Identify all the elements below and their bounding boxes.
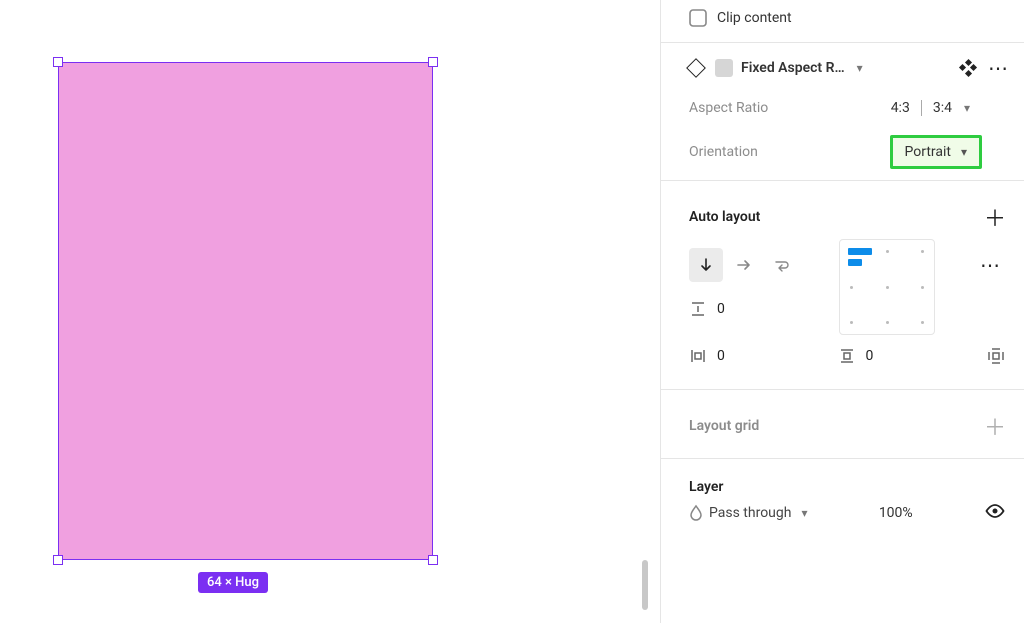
alignment-widget[interactable]	[839, 239, 935, 335]
direction-wrap-button[interactable]	[765, 248, 799, 282]
clip-content-label: Clip content	[717, 10, 792, 26]
more-options-icon[interactable]: ⋯	[984, 58, 1014, 78]
alignment-indicator-bar	[848, 259, 862, 266]
checkbox-unchecked-icon[interactable]	[689, 9, 707, 27]
horizontal-padding-control[interactable]: 0	[689, 347, 725, 365]
resize-handle-top-right[interactable]	[428, 57, 438, 67]
direction-horizontal-button[interactable]	[727, 248, 761, 282]
layer-blend-row: Pass through ▾ 100%	[661, 499, 1024, 523]
chevron-down-icon[interactable]: ▾	[964, 101, 970, 115]
add-auto-layout-icon[interactable]: ＋	[984, 201, 1006, 233]
arrow-down-icon	[698, 257, 714, 273]
vertical-padding-value: 0	[866, 348, 874, 364]
layout-grid-header[interactable]: Layout grid ＋	[661, 396, 1024, 452]
visibility-toggle[interactable]	[984, 503, 1006, 523]
individual-padding-button[interactable]	[986, 346, 1006, 366]
layer-title: Layer	[689, 479, 723, 495]
auto-layout-more[interactable]: ⋯	[976, 255, 1006, 276]
variant-badge-icon	[715, 59, 733, 77]
selection-size-badge: 64 × Hug	[198, 572, 268, 593]
blend-mode-control[interactable]: Pass through ▾	[689, 504, 808, 522]
inspector-panel: Clip content Fixed Aspect R… ▾ ⋯ Aspect …	[660, 0, 1024, 623]
component-icon	[686, 58, 706, 78]
droplet-icon	[689, 504, 703, 522]
chevron-down-icon: ▾	[961, 145, 967, 159]
orientation-select[interactable]: Portrait ▾	[890, 135, 983, 169]
orientation-row: Orientation Portrait ▾	[661, 130, 1024, 174]
horizontal-padding-value: 0	[717, 348, 725, 364]
resize-handle-bottom-right[interactable]	[428, 555, 438, 565]
auto-layout-title: Auto layout	[689, 209, 760, 225]
vertical-padding-icon	[838, 347, 856, 365]
item-spacing-control[interactable]: 0	[689, 300, 839, 318]
vertical-gap-icon	[689, 300, 707, 318]
auto-layout-header: Auto layout ＋	[661, 187, 1024, 243]
resize-handle-top-left[interactable]	[53, 57, 63, 67]
arrow-right-icon	[736, 257, 752, 273]
wrap-icon	[773, 257, 791, 273]
selected-frame[interactable]	[58, 62, 433, 560]
component-actions-icon[interactable]	[960, 60, 976, 76]
layer-header: Layer	[661, 465, 1024, 499]
individual-padding-icon	[986, 346, 1006, 366]
ratio-divider	[921, 100, 922, 116]
clip-content-row[interactable]: Clip content	[661, 0, 1024, 36]
horizontal-padding-icon	[689, 347, 707, 365]
eye-icon	[984, 503, 1006, 519]
aspect-ratio-label: Aspect Ratio	[689, 100, 768, 116]
canvas-scrollbar[interactable]	[642, 560, 648, 610]
component-name: Fixed Aspect R…	[741, 60, 845, 76]
component-header[interactable]: Fixed Aspect R… ▾ ⋯	[661, 42, 1024, 86]
chevron-down-icon: ▾	[801, 506, 807, 520]
vertical-padding-control[interactable]: 0	[838, 347, 874, 365]
item-spacing-value: 0	[717, 301, 725, 317]
direction-vertical-button[interactable]	[689, 248, 723, 282]
alignment-indicator-bar	[848, 248, 872, 255]
chevron-down-icon[interactable]: ▾	[857, 61, 863, 75]
add-layout-grid-icon[interactable]: ＋	[984, 410, 1006, 442]
aspect-ratio-value[interactable]: 4:3 3:4 ▾	[891, 100, 1006, 116]
design-canvas[interactable]: 64 × Hug	[0, 0, 650, 623]
resize-handle-bottom-left[interactable]	[53, 555, 63, 565]
opacity-value[interactable]: 100%	[879, 505, 913, 521]
orientation-value: Portrait	[905, 144, 951, 160]
orientation-label: Orientation	[689, 144, 758, 160]
layout-grid-title: Layout grid	[689, 418, 759, 434]
blend-mode-value: Pass through	[709, 505, 791, 521]
more-options-icon: ⋯	[976, 253, 1006, 277]
direction-buttons	[689, 248, 839, 282]
aspect-ratio-row[interactable]: Aspect Ratio 4:3 3:4 ▾	[661, 86, 1024, 130]
